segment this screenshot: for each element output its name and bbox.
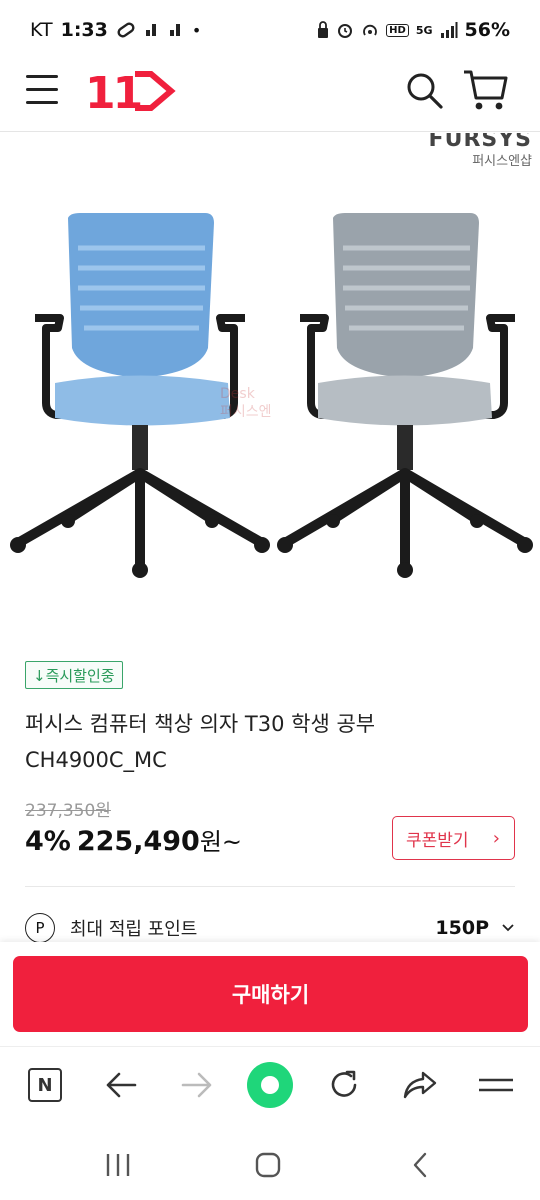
instant-discount-badge: ↓즉시할인중 xyxy=(25,661,123,689)
discount-rate: 4% xyxy=(25,826,71,857)
5g-icon: 5G xyxy=(415,23,433,37)
buy-button[interactable]: 구매하기 xyxy=(13,956,528,1032)
carrier-label: KT xyxy=(30,19,53,41)
coupon-button[interactable]: 쿠폰받기 › xyxy=(392,816,515,860)
n-icon[interactable]: N xyxy=(25,1065,65,1105)
status-bar: KT 1:33 • HD 5G 56% xyxy=(0,0,540,60)
time-label: 1:33 xyxy=(60,19,108,41)
chevron-right-icon: › xyxy=(492,827,500,849)
image-watermark: Desk 퍼시스엔 xyxy=(220,386,272,420)
buy-bar: 구매하기 xyxy=(0,942,540,1046)
coupon-label: 쿠폰받기 xyxy=(406,830,469,851)
battery-label: 56% xyxy=(464,19,510,41)
11st-logo[interactable]: 11 xyxy=(85,66,177,116)
hamburger-menu-icon[interactable] xyxy=(26,75,60,107)
notification-icon xyxy=(145,24,156,36)
refresh-icon[interactable] xyxy=(324,1065,364,1105)
price-suffix: 원~ xyxy=(199,828,243,856)
link-icon xyxy=(117,22,135,38)
back-nav-icon[interactable] xyxy=(400,1148,440,1182)
home-button-icon[interactable] xyxy=(248,1148,288,1182)
points-label: 최대 적립 포인트 xyxy=(70,919,198,940)
home-icon[interactable] xyxy=(246,1061,294,1109)
grey-chair xyxy=(277,213,533,578)
divider xyxy=(25,886,515,887)
sale-price: 4% 225,490 원~ xyxy=(25,822,242,857)
search-icon[interactable] xyxy=(404,70,444,110)
product-title: 퍼시스 컴퓨터 책상 의자 T30 학생 공부 CH4900C_MC xyxy=(25,712,376,772)
back-icon[interactable] xyxy=(101,1065,141,1105)
app-header: 11 xyxy=(0,60,540,132)
forward-icon[interactable] xyxy=(177,1065,217,1105)
share-icon[interactable] xyxy=(400,1065,440,1105)
product-image[interactable]: FURSYS 퍼시스엔샵 Desk 퍼시스엔 xyxy=(0,133,540,638)
chevron-down-icon xyxy=(502,924,514,932)
notification-icon xyxy=(169,24,180,36)
hotspot-icon xyxy=(363,24,378,36)
signal-icon xyxy=(440,22,458,38)
system-nav-bar xyxy=(0,1128,540,1200)
menu-icon[interactable] xyxy=(476,1065,516,1105)
svg-text:11: 11 xyxy=(85,68,141,116)
price-value: 225,490 xyxy=(76,826,200,857)
original-price: 237,350원 xyxy=(25,801,111,821)
lock-icon xyxy=(318,21,329,38)
recent-apps-icon[interactable] xyxy=(98,1148,138,1182)
alarm-icon xyxy=(338,24,353,38)
dot-icon: • xyxy=(191,20,202,40)
browser-toolbar: N xyxy=(0,1046,540,1128)
cart-icon[interactable] xyxy=(462,68,508,112)
points-value: 150P xyxy=(435,917,489,939)
points-icon: P xyxy=(25,913,55,943)
hd-icon: HD xyxy=(386,23,409,37)
